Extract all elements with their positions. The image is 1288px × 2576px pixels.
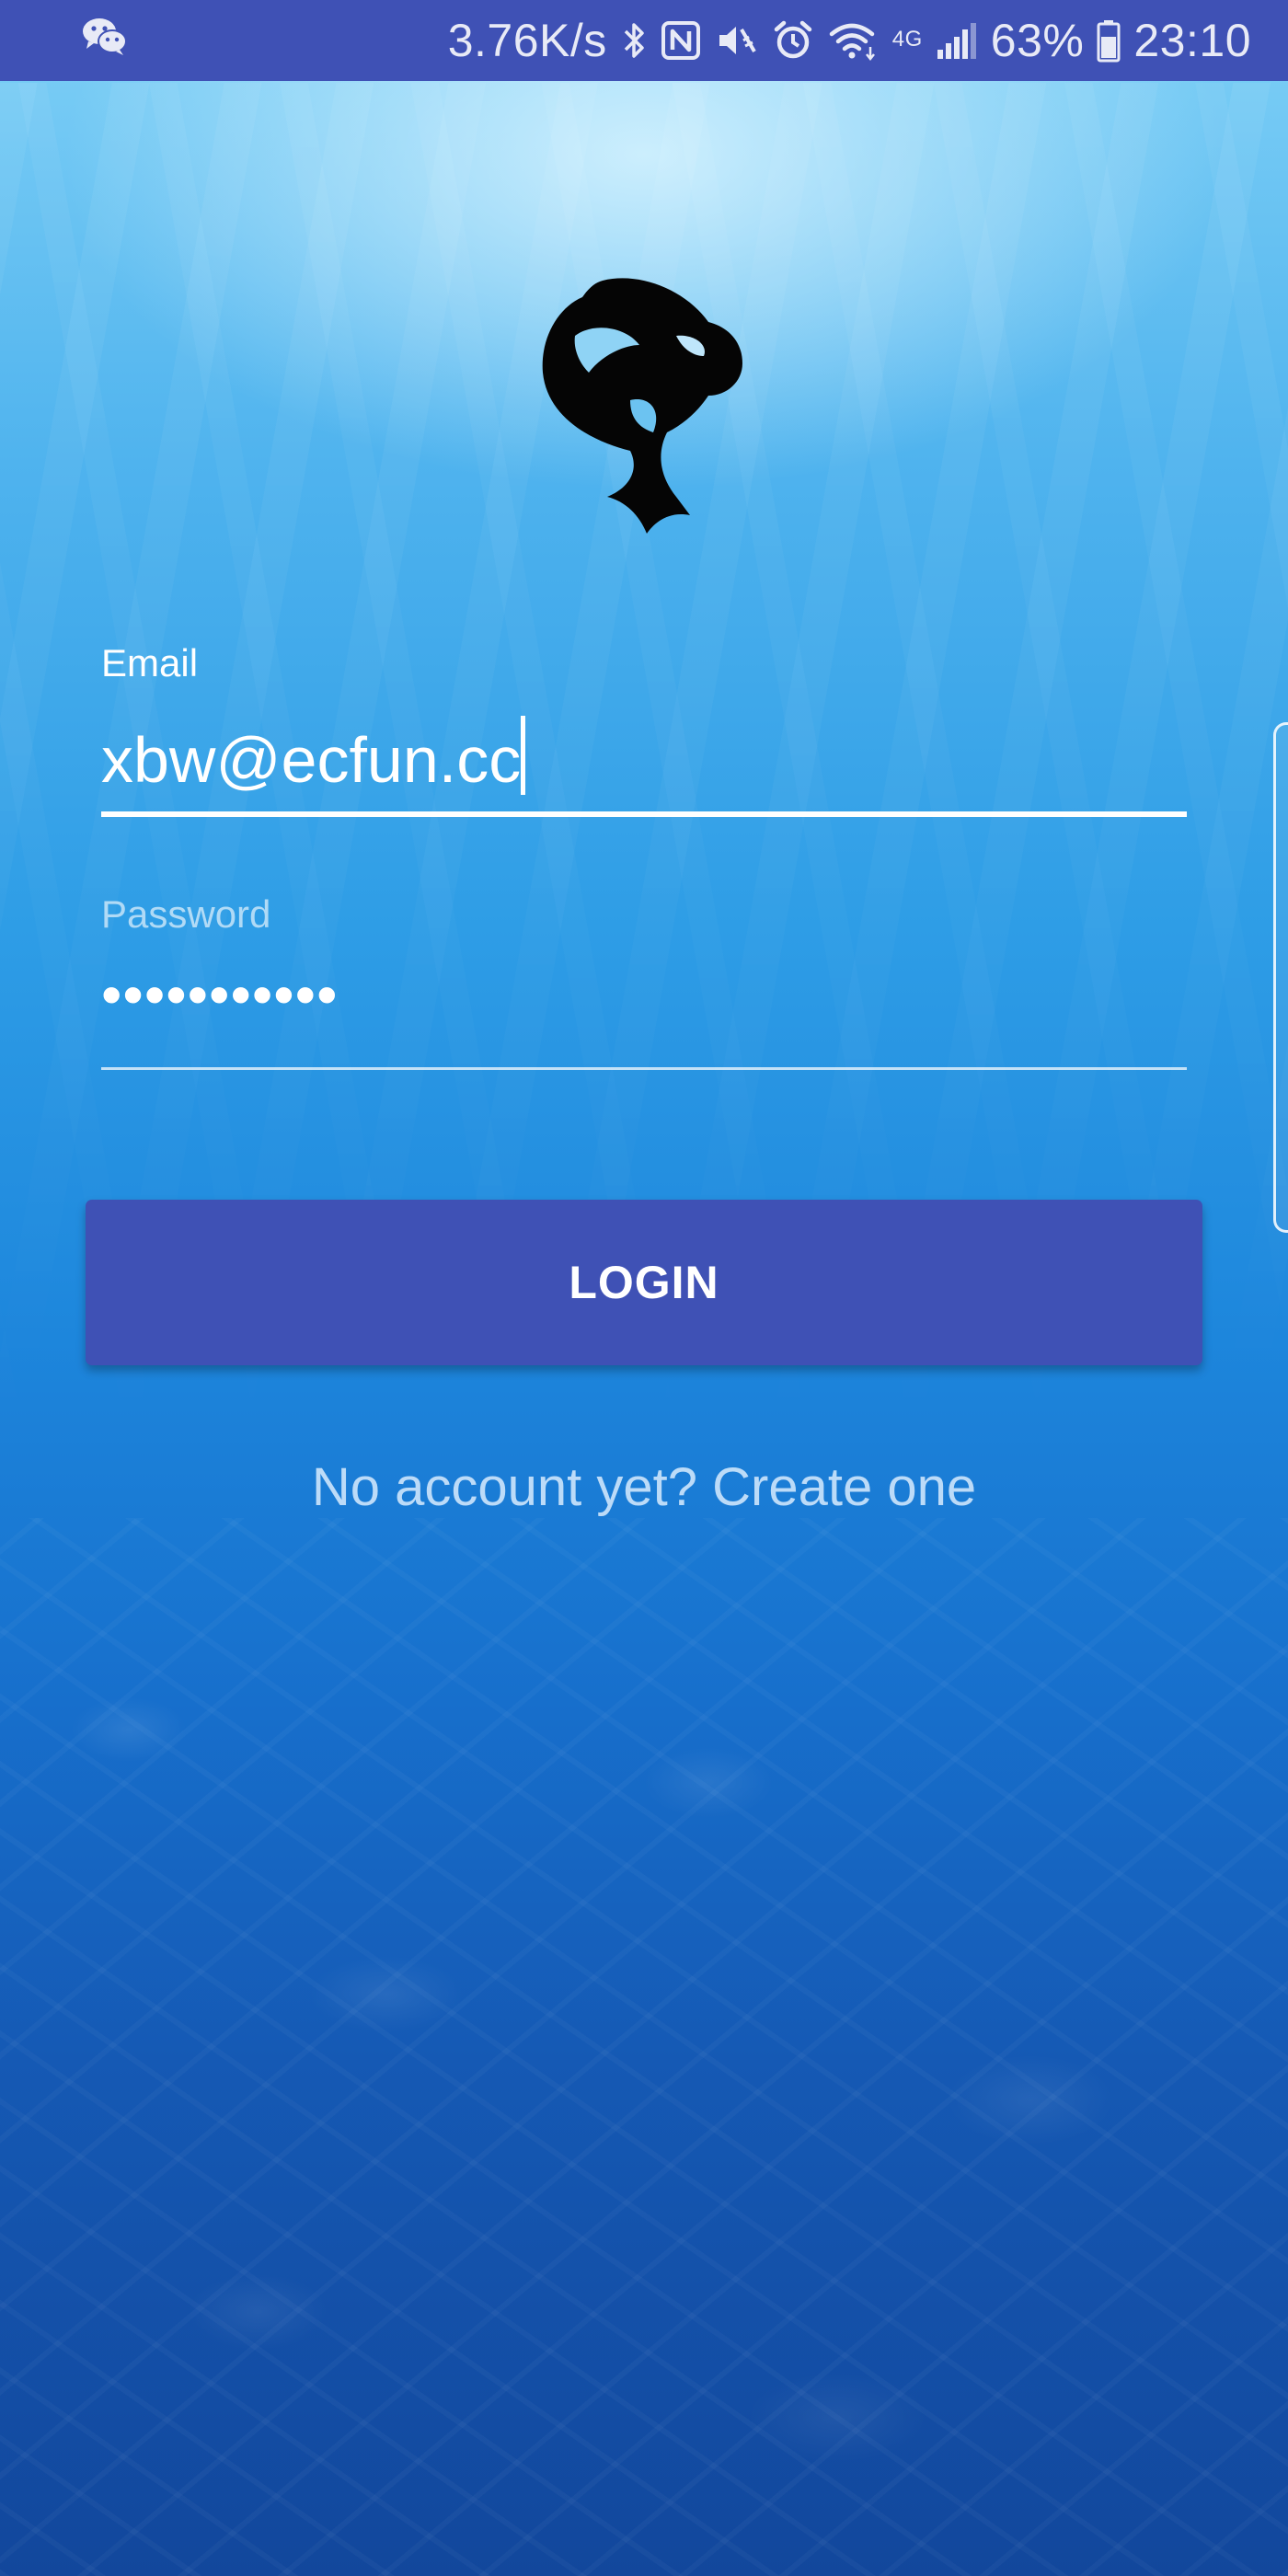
password-label: Password: [101, 892, 271, 936]
orca-logo-icon: [538, 271, 750, 534]
nfc-icon: [661, 20, 701, 61]
password-value: •••••••••••: [101, 961, 339, 1028]
email-label: Email: [101, 641, 199, 684]
create-account-link[interactable]: No account yet? Create one: [0, 1456, 1288, 1518]
status-bar: 3.76K/s 4G 63% 23:10: [0, 0, 1288, 81]
email-value: xbw@ecfun.cc: [101, 724, 522, 796]
password-input[interactable]: •••••••••••: [101, 965, 1187, 1070]
signal-icon: [936, 20, 978, 61]
bluetooth-icon: [620, 18, 648, 63]
network-speed: 3.76K/s: [447, 15, 607, 66]
login-button[interactable]: LOGIN: [86, 1200, 1202, 1365]
battery-percent: 63%: [990, 15, 1085, 66]
alarm-icon: [771, 18, 815, 63]
password-field: Password •••••••••••: [101, 895, 1187, 1070]
email-input[interactable]: xbw@ecfun.cc: [101, 716, 1187, 817]
text-cursor: [521, 716, 526, 795]
battery-icon: [1097, 18, 1121, 63]
sea-floor-background: [0, 1518, 1288, 2576]
login-screen: 3.76K/s 4G 63% 23:10 Email xbw@ecfun.cc …: [0, 0, 1288, 2576]
edge-panel-handle[interactable]: [1273, 722, 1288, 1233]
wechat-icon: [81, 14, 129, 67]
clock: 23:10: [1133, 15, 1251, 66]
network-type: 4G: [891, 27, 923, 52]
vibrate-mute-icon: [714, 20, 758, 61]
email-field: Email xbw@ecfun.cc: [101, 644, 1187, 817]
wifi-icon: [828, 19, 880, 62]
